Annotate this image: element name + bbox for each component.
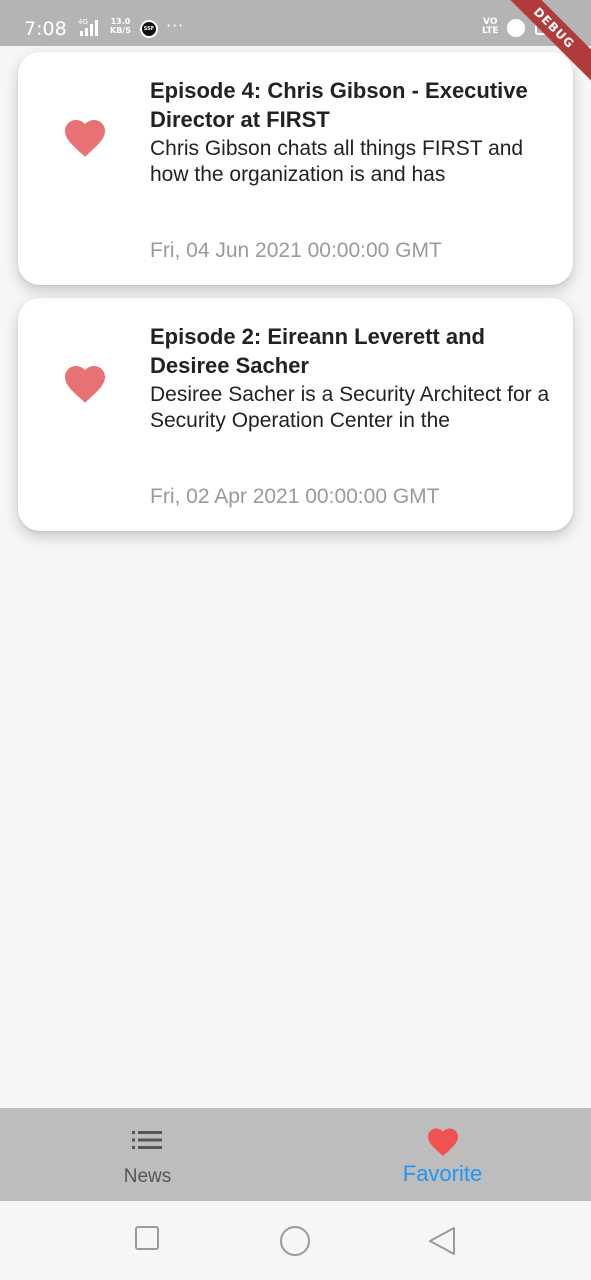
favorite-heart-icon[interactable] [61, 114, 109, 158]
list-icon [132, 1131, 162, 1149]
volte-bottom: LTE [482, 26, 499, 36]
network-speed: 13.0 KB/S [110, 17, 131, 35]
signal-icon: 4G [78, 18, 98, 36]
episode-date: Fri, 02 Apr 2021 00:00:00 GMT [150, 485, 440, 508]
home-icon[interactable] [279, 1225, 311, 1257]
nav-tab-favorite-label: Favorite [402, 1161, 483, 1186]
episode-description: Desiree Sacher is a Security Architect f… [150, 383, 550, 432]
more-notifications-icon: ··· [166, 16, 185, 35]
heart-icon [428, 1128, 458, 1157]
episode-title: Episode 2: Eireann Leverett and Desiree … [150, 324, 485, 378]
system-navigation-bar [0, 1201, 591, 1280]
bottom-navigation: News Favorite [0, 1108, 591, 1201]
network-speed-value: 13.0 [110, 17, 131, 26]
app-notification-icon: SSF [140, 20, 158, 38]
nav-tab-news[interactable]: News [0, 1108, 295, 1201]
episode-card[interactable]: Episode 4: Chris Gibson - Executive Dire… [18, 52, 573, 285]
episode-description: Chris Gibson chats all things FIRST and … [150, 137, 524, 186]
network-speed-unit: KB/S [110, 26, 131, 35]
back-icon[interactable] [427, 1225, 457, 1257]
nav-tab-news-label: News [123, 1166, 172, 1187]
episode-title: Episode 4: Chris Gibson - Executive Dire… [150, 78, 528, 132]
nav-tab-favorite[interactable]: Favorite [295, 1108, 590, 1201]
network-type-label: 4G [78, 18, 88, 26]
status-bar: 7:08 4G 13.0 KB/S SSF ··· VO LTE [0, 0, 591, 46]
recent-apps-icon[interactable] [134, 1225, 160, 1251]
status-time: 7:08 [24, 18, 67, 40]
favorite-heart-icon[interactable] [61, 360, 109, 404]
alarm-icon [507, 19, 525, 37]
volte-icon: VO LTE [482, 18, 499, 36]
episode-date: Fri, 04 Jun 2021 00:00:00 GMT [150, 239, 442, 262]
episode-card[interactable]: Episode 2: Eireann Leverett and Desiree … [18, 298, 573, 531]
